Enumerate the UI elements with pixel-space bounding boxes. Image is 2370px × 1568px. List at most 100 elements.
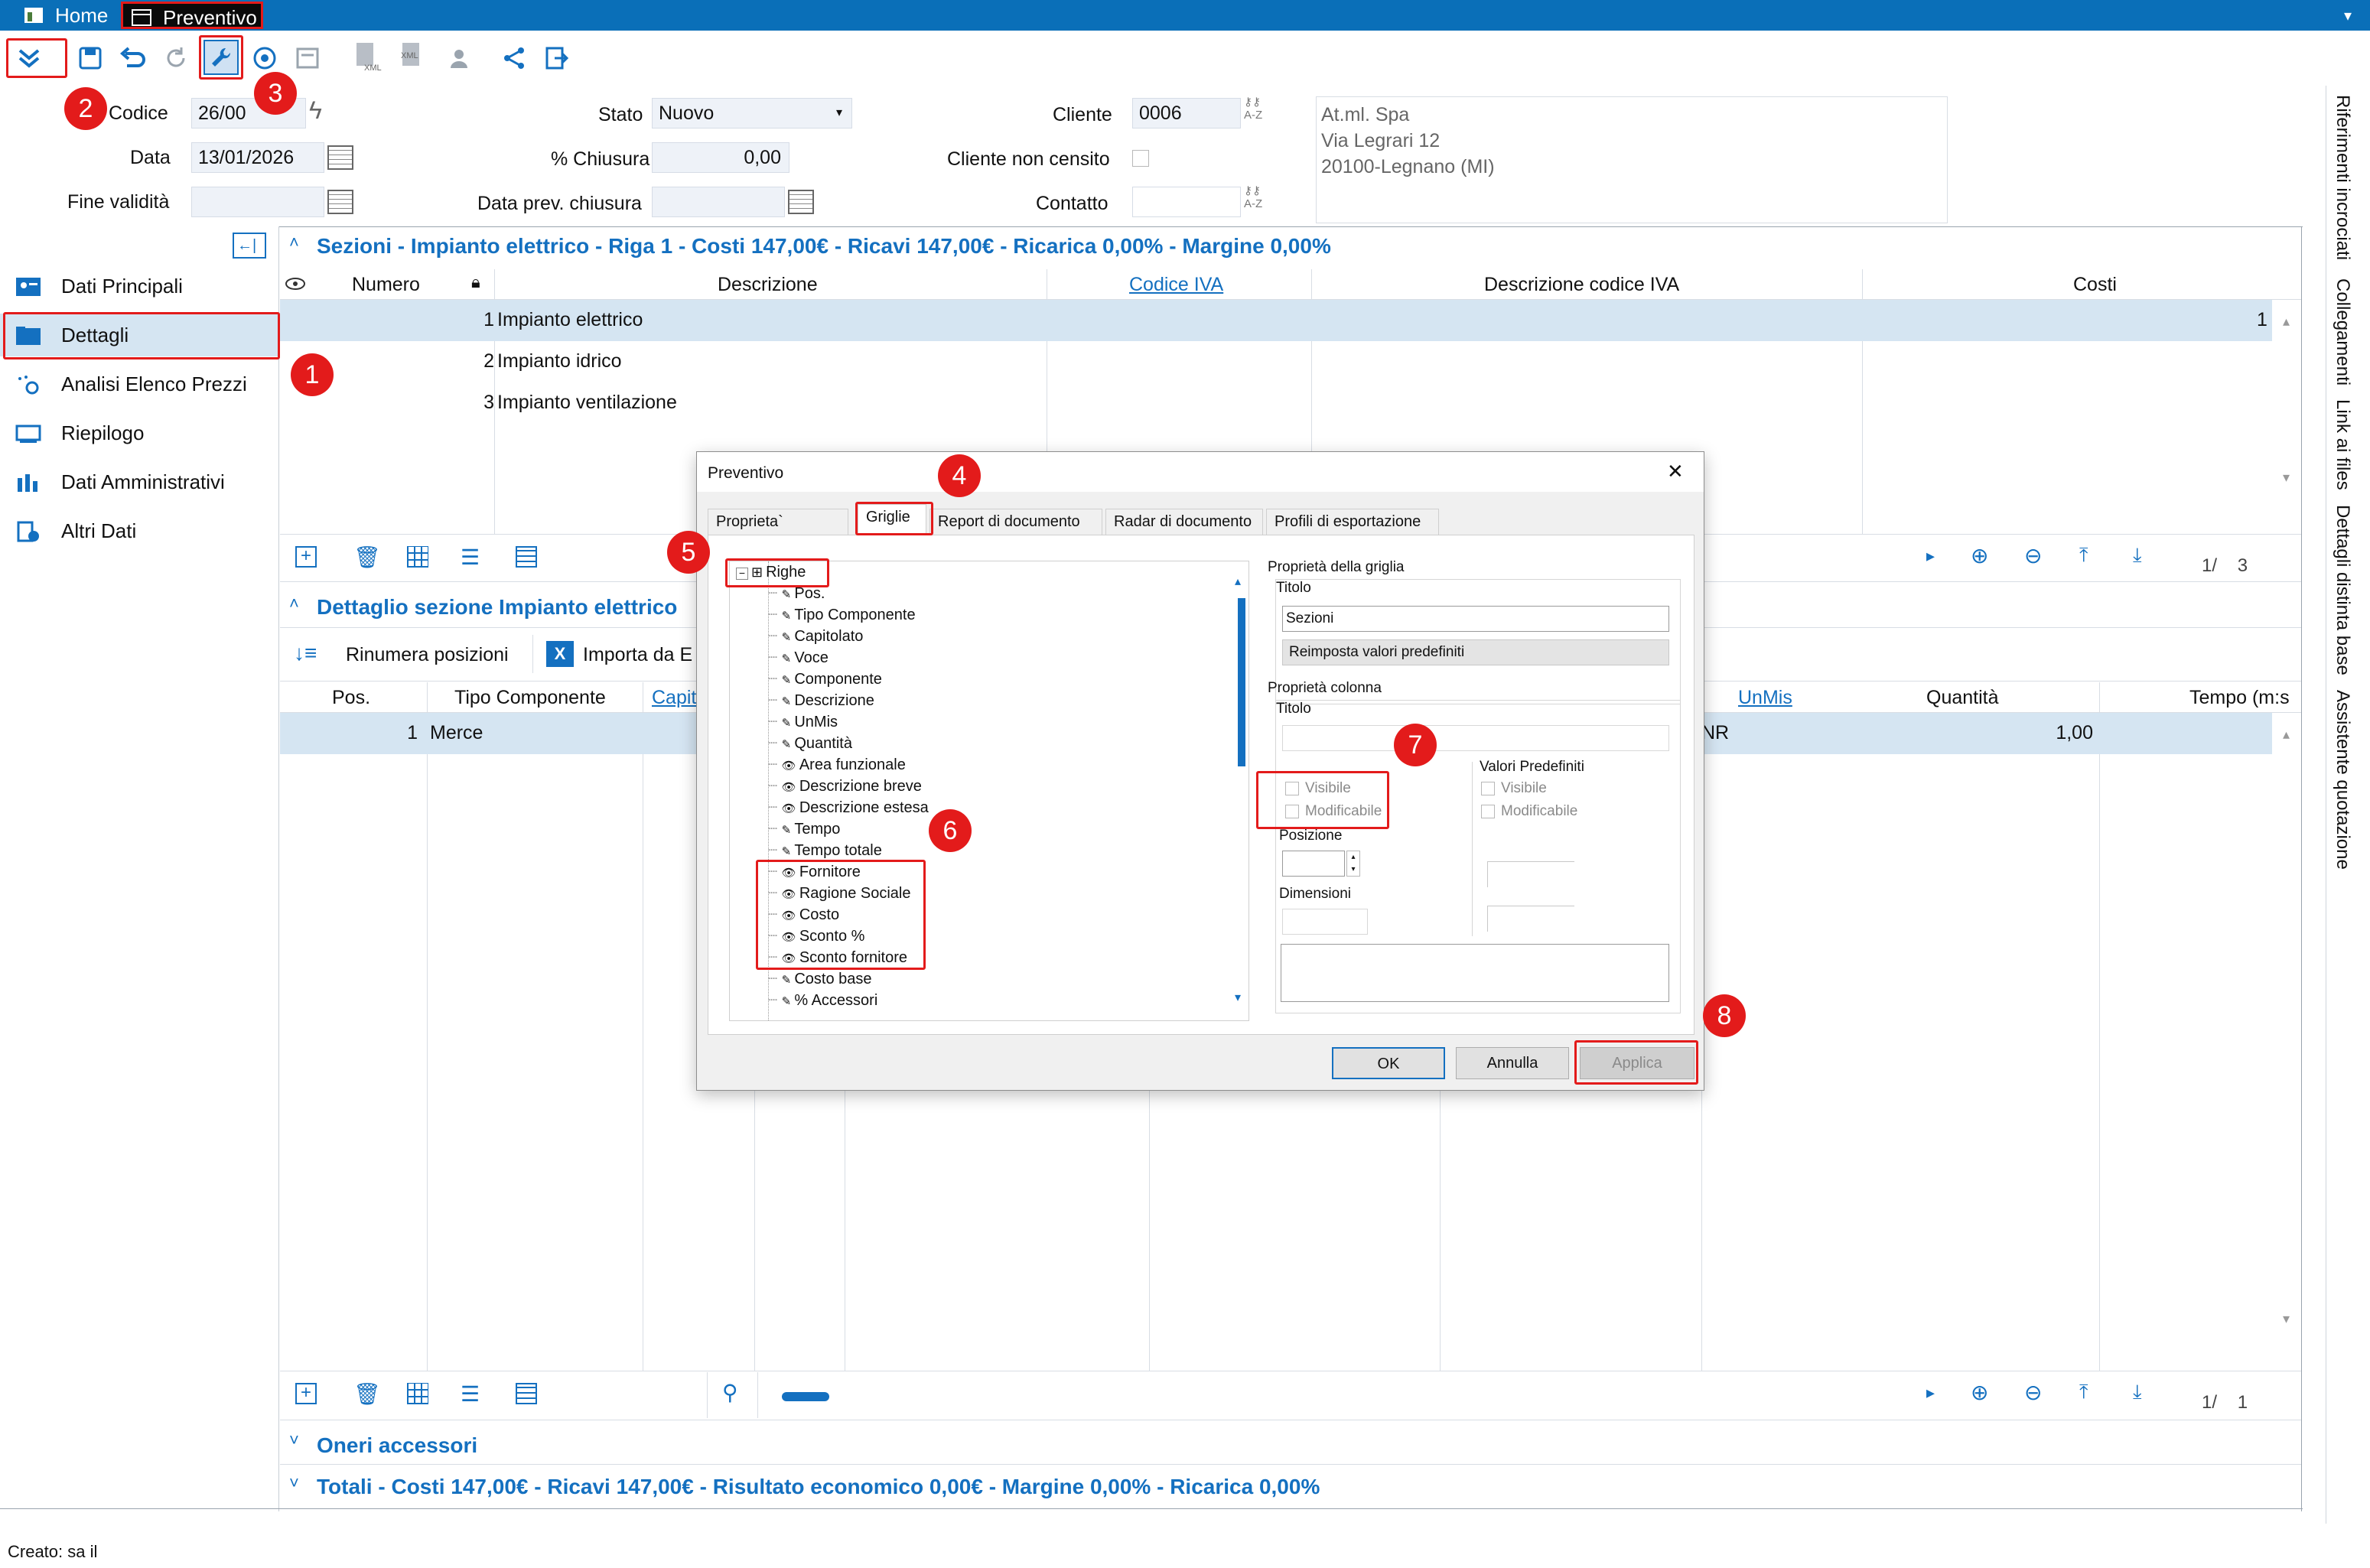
- xml-import-icon[interactable]: XML: [398, 41, 435, 72]
- table-row[interactable]: 2 Impianto idrico: [280, 341, 2272, 382]
- zoom-in-icon[interactable]: ⊕: [1971, 543, 1988, 568]
- cliente-field[interactable]: 0006: [1132, 98, 1241, 128]
- collapse-chevron-icon[interactable]: ˄: [289, 233, 299, 252]
- sidebar-item-dati-amministrativi[interactable]: Dati Amministrativi: [0, 460, 278, 503]
- sidebar-item-altri-dati[interactable]: Altri Dati: [0, 509, 278, 552]
- next-icon[interactable]: ▸: [1926, 546, 1935, 566]
- cliente-non-censito-checkbox[interactable]: [1132, 150, 1149, 167]
- xml-export-icon[interactable]: XML: [352, 41, 389, 72]
- scroll-up-icon[interactable]: ▴: [2283, 314, 2290, 330]
- list-icon[interactable]: ☰: [461, 1381, 480, 1407]
- rightbar-riferimenti[interactable]: Riferimenti incrociati: [2332, 95, 2353, 260]
- tree-item[interactable]: ┈ ✎ Costo base: [768, 968, 872, 990]
- tree-item[interactable]: ┈ 👁︎ Ragione Sociale: [768, 883, 910, 904]
- close-icon[interactable]: ✕: [1667, 460, 1684, 483]
- excel-icon[interactable]: X: [546, 641, 574, 667]
- add-row-icon[interactable]: +: [295, 1383, 317, 1404]
- annulla-button[interactable]: Annulla: [1456, 1047, 1569, 1079]
- posizione-spinner-icon[interactable]: ▴ ▾: [1346, 851, 1360, 877]
- settings-wrench-icon[interactable]: [203, 40, 239, 75]
- collapse-icon[interactable]: −: [736, 568, 748, 580]
- tree-item[interactable]: ┈ 👁︎ Descrizione breve: [768, 776, 922, 797]
- collapse-chevron-icon[interactable]: ˄: [289, 594, 299, 613]
- tab-griglie[interactable]: Griglie: [858, 504, 926, 535]
- search-icon[interactable]: ⚲: [722, 1380, 738, 1405]
- trash-icon[interactable]: 🗑︎: [353, 545, 381, 570]
- sidebar-item-dettagli[interactable]: Dettagli: [0, 314, 278, 356]
- data-field[interactable]: 13/01/2026: [191, 142, 324, 173]
- eye-icon[interactable]: [285, 277, 306, 291]
- rightbar-collegamenti[interactable]: Collegamenti: [2332, 278, 2353, 385]
- collapse-sidebar-icon[interactable]: ←|: [233, 233, 266, 259]
- scroll-down-icon[interactable]: ▾: [1235, 990, 1241, 1005]
- zoom-out-icon[interactable]: ⊖: [2024, 543, 2042, 568]
- tab-proprieta-generali[interactable]: Proprieta` generali: [708, 509, 848, 555]
- first-page-icon[interactable]: ⤒: [2079, 543, 2088, 568]
- totali-header[interactable]: Totali - Costi 147,00€ - Ricavi 147,00€ …: [317, 1475, 1320, 1499]
- tree-item[interactable]: ┈ ✎ Voce: [768, 647, 829, 669]
- applica-button[interactable]: Applica: [1580, 1047, 1694, 1079]
- column-titolo-field[interactable]: [1282, 725, 1669, 751]
- radar-icon[interactable]: [249, 43, 280, 73]
- client-lookup-key-icon[interactable]: ⚷⚷ A-Z: [1244, 95, 1276, 122]
- tree-item[interactable]: ┈ ✎ Tempo totale: [768, 840, 882, 861]
- contact-lookup-key-icon[interactable]: ⚷⚷ A-Z: [1244, 184, 1276, 210]
- col-pos[interactable]: Pos.: [332, 687, 370, 709]
- next-icon[interactable]: ▸: [1926, 1383, 1935, 1403]
- ok-button[interactable]: OK: [1332, 1047, 1445, 1079]
- col-codice-iva[interactable]: Codice IVA: [1129, 274, 1223, 296]
- share-icon[interactable]: [499, 43, 529, 73]
- expand-chevron-icon[interactable]: ˅: [289, 1430, 299, 1450]
- scroll-down-icon[interactable]: ▾: [2283, 1311, 2290, 1327]
- tree-item[interactable]: ┈ 👁︎ Descrizione estesa: [768, 797, 929, 818]
- tab-home[interactable]: Home: [15, 2, 119, 29]
- sidebar-item-dati-principali[interactable]: Dati Principali: [0, 265, 278, 307]
- expand-chevron-icon[interactable]: ˅: [289, 1473, 299, 1493]
- oneri-header[interactable]: Oneri accessori: [317, 1433, 477, 1458]
- tree-item[interactable]: ┈ ✎ Tipo Componente: [768, 604, 916, 626]
- tree-item[interactable]: ┈ ✎ % Accessori: [768, 990, 877, 1011]
- exit-icon[interactable]: [542, 43, 572, 73]
- tab-report[interactable]: Report di documento: [929, 509, 1102, 535]
- zoom-in-icon[interactable]: ⊕: [1971, 1380, 1988, 1405]
- calendar-icon[interactable]: [327, 190, 353, 214]
- tree-item[interactable]: ┈ 👁︎ Fornitore: [768, 861, 861, 883]
- calendar-icon[interactable]: [788, 190, 814, 214]
- table-row[interactable]: 1 Impianto elettrico 1: [280, 300, 2272, 341]
- modificabile2-checkbox[interactable]: [1481, 805, 1495, 818]
- col-quantita[interactable]: Quantità: [1926, 687, 1999, 709]
- visibile-checkbox[interactable]: [1285, 782, 1299, 795]
- add-row-icon[interactable]: +: [295, 546, 317, 568]
- undo-icon[interactable]: [118, 43, 148, 73]
- tree-item[interactable]: ┈ ✎ Componente: [768, 669, 882, 690]
- last-page-icon[interactable]: ⤓: [2133, 543, 2142, 568]
- trash-icon[interactable]: 🗑︎: [353, 1381, 381, 1407]
- rightbar-distinta[interactable]: Dettagli distinta base: [2332, 505, 2353, 675]
- reimposta-button[interactable]: Reimposta valori predefiniti: [1282, 639, 1669, 665]
- rinumera-button[interactable]: Rinumera posizioni: [346, 644, 509, 666]
- default-dimensioni-field[interactable]: [1487, 906, 1574, 932]
- zoom-out-icon[interactable]: ⊖: [2024, 1380, 2042, 1405]
- sidebar-item-analisi[interactable]: Analisi Elenco Prezzi: [0, 363, 278, 405]
- form-icon[interactable]: [292, 43, 323, 73]
- tree-scrollbar-thumb[interactable]: [1238, 598, 1245, 766]
- grid-icon[interactable]: [407, 546, 428, 568]
- tree-item[interactable]: ┈ ✎ Descrizione: [768, 690, 874, 711]
- contatto-field[interactable]: [1132, 187, 1241, 217]
- tree-item[interactable]: ┈ ✎ Capitolato: [768, 626, 863, 647]
- first-page-icon[interactable]: ⤒: [2079, 1380, 2088, 1404]
- tree-item[interactable]: ┈ ✎ Pos.: [768, 583, 825, 604]
- tab-profili[interactable]: Profili di esportazione: [1266, 509, 1439, 535]
- col-tempo[interactable]: Tempo (m:s: [2189, 687, 2290, 709]
- chiusura-field[interactable]: 0,00: [652, 142, 789, 173]
- user-icon[interactable]: [444, 43, 474, 73]
- modificabile-checkbox[interactable]: [1285, 805, 1299, 818]
- titolo-field[interactable]: Sezioni: [1282, 606, 1669, 632]
- tab-radar[interactable]: Radar di documento: [1105, 509, 1263, 535]
- tree-item[interactable]: ┈ 👁︎ Sconto %: [768, 926, 864, 947]
- tree-item[interactable]: ┈ 👁︎ Area funzionale: [768, 754, 906, 776]
- renumber-icon[interactable]: ↓≡: [294, 641, 317, 665]
- posizione-field[interactable]: [1282, 851, 1345, 877]
- tree-item[interactable]: ┈ ✎ Quantità: [768, 733, 852, 754]
- stato-select[interactable]: Nuovo ▾: [652, 98, 852, 128]
